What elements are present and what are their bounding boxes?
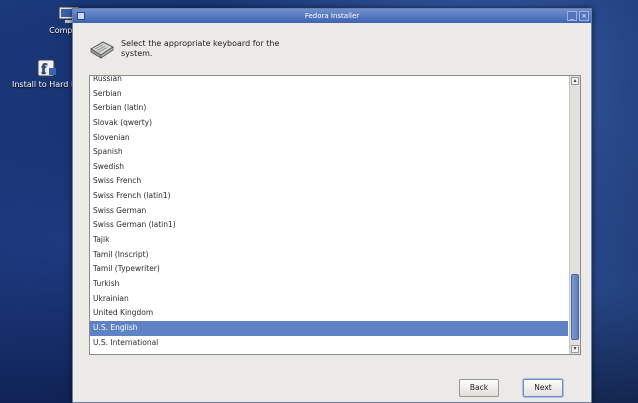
keyboard-list-item[interactable]: Turkish <box>90 277 568 292</box>
desktop-background: Computer f Install to Hard Drive Fedora … <box>0 0 638 403</box>
keyboard-list-item[interactable]: Spanish <box>90 145 568 160</box>
keyboard-list-item[interactable]: Russian <box>90 76 568 87</box>
next-button[interactable]: Next <box>523 379 563 397</box>
window-title: Fedora Installer <box>304 12 360 20</box>
install-icon: f <box>37 59 56 77</box>
keyboard-list-item[interactable]: Serbian <box>90 87 568 102</box>
keyboard-list-item[interactable]: Slovak (qwerty) <box>90 116 568 131</box>
keyboard-list-item[interactable]: Swiss French <box>90 174 568 189</box>
keyboard-icon <box>90 41 114 59</box>
keyboard-list-item[interactable]: Swedish <box>90 160 568 175</box>
page-header: Select the appropriate keyboard for the … <box>89 37 569 67</box>
keyboard-list-item[interactable]: Swiss German (latin1) <box>90 218 568 233</box>
keyboard-list-items: Russian Serbian Serbian (latin) Slovak (qwe… <box>90 76 568 351</box>
page-prompt: Select the appropriate keyboard for the … <box>121 39 280 58</box>
app-icon <box>77 12 85 20</box>
title-bar[interactable]: Fedora Installer _ × <box>73 9 591 23</box>
scroll-thumb[interactable] <box>571 274 579 340</box>
keyboard-list-item[interactable]: Tajik <box>90 233 568 248</box>
keyboard-list-item[interactable]: U.S. English <box>90 320 568 336</box>
keyboard-list-item[interactable]: Serbian (latin) <box>90 101 568 116</box>
scrollbar[interactable]: ▴ ▾ <box>569 76 580 354</box>
keyboard-list-item[interactable]: Swiss German <box>90 204 568 219</box>
keyboard-list-item[interactable]: Swiss French (latin1) <box>90 189 568 204</box>
keyboard-list[interactable]: Russian Serbian Serbian (latin) Slovak (qwe… <box>89 75 581 355</box>
scroll-down-arrow-icon[interactable]: ▾ <box>571 345 579 353</box>
window-controls: _ × <box>567 11 589 21</box>
keyboard-list-item[interactable]: Slovenian <box>90 131 568 146</box>
minimize-button[interactable]: _ <box>567 11 577 21</box>
keyboard-list-item[interactable]: Ukrainian <box>90 292 568 307</box>
back-button[interactable]: Back <box>459 379 499 397</box>
close-button[interactable]: × <box>579 11 589 21</box>
scroll-up-arrow-icon[interactable]: ▴ <box>571 77 579 85</box>
keyboard-list-item[interactable]: Tamil (Typewriter) <box>90 262 568 277</box>
keyboard-list-item[interactable]: U.S. International <box>90 336 568 351</box>
keyboard-list-item[interactable]: Tamil (Inscript) <box>90 248 568 263</box>
installer-window: Fedora Installer _ × Select the appropri… <box>72 8 592 403</box>
keyboard-list-item[interactable]: United Kingdom <box>90 306 568 321</box>
